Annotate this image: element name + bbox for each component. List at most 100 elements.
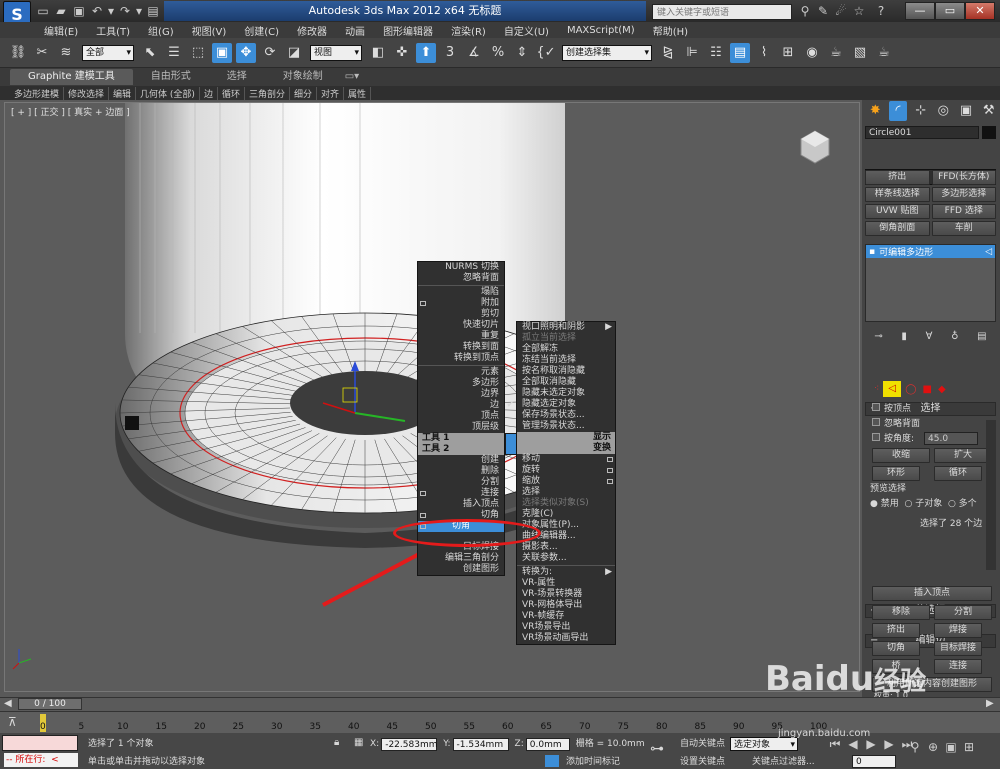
by-angle-checkbox[interactable]: 按角度: — [872, 432, 914, 446]
qm-rotate[interactable]: 旋转 — [517, 465, 615, 476]
qm-convert-to-face[interactable]: 转换到面 — [418, 342, 504, 353]
shrink-button[interactable]: 收缩 — [872, 448, 930, 463]
window-crossing-icon[interactable]: ▣ — [212, 42, 232, 63]
qm-quickslice[interactable]: 快速切片 — [418, 320, 504, 331]
mod-lathe-button[interactable]: 车削 — [931, 221, 996, 236]
radio-disabled[interactable]: ● 禁用 — [870, 496, 899, 509]
time-slider-thumb[interactable]: 0 / 100 — [18, 698, 82, 710]
mod-uvw-map-button[interactable]: UVW 贴图 — [865, 204, 930, 219]
qm-vr-scene-export[interactable]: VR场景导出 — [517, 622, 615, 633]
qm-hide-unselected[interactable]: 隐藏未选定对象 — [517, 388, 615, 399]
qm-unhide-all[interactable]: 全部取消隐藏 — [517, 377, 615, 388]
time-slider-track[interactable]: 0 / 100 ◀ ▶ — [0, 697, 1000, 711]
close-button[interactable]: ✕ — [965, 2, 995, 20]
menu-help[interactable]: 帮助(H) — [653, 23, 688, 38]
track-bar-icon[interactable]: ⊼ — [8, 715, 17, 729]
menu-tools[interactable]: 工具(T) — [96, 23, 130, 38]
qm-nurms-toggle[interactable]: NURMS 切换 — [418, 262, 504, 273]
menu-graph-editors[interactable]: 图形编辑器 — [383, 23, 433, 38]
settings-box-icon[interactable] — [607, 479, 613, 484]
qm-manage-scene-states[interactable]: 管理场景状态... — [517, 421, 615, 432]
select-and-scale-icon[interactable]: ◪ — [284, 43, 304, 63]
link-icon[interactable]: ⛓ — [8, 43, 28, 63]
qm-create-shape[interactable]: 创建图形 — [418, 564, 504, 575]
edit-named-selection-icon[interactable]: {✓ — [536, 43, 556, 63]
named-selection-set-select[interactable]: 创建选择集 — [562, 44, 652, 61]
menu-customize[interactable]: 自定义(U) — [504, 23, 549, 38]
qm-wire-parameters[interactable]: 关联参数... — [517, 553, 615, 564]
x-coordinate-field[interactable]: -22.583mm — [381, 737, 437, 751]
qm-remove[interactable]: 删除 — [418, 466, 504, 477]
percent-snap-icon[interactable]: % — [488, 43, 508, 63]
keyboard-shortcut-override-icon[interactable]: ⬆ — [416, 42, 436, 63]
save-icon[interactable]: ▣ — [70, 1, 88, 21]
mirror-icon[interactable]: ⧎ — [658, 43, 678, 63]
select-manipulate-icon[interactable]: ✜ — [392, 43, 412, 63]
qm-vr-scene-converter[interactable]: VR-场景转换器 — [517, 589, 615, 600]
qm-move[interactable]: 移动 — [517, 454, 615, 465]
new-file-icon[interactable]: ▭ — [34, 1, 52, 21]
panel-geometry-all[interactable]: 几何体 (全部) — [136, 86, 200, 100]
qm-polygon[interactable]: 多边形 — [418, 378, 504, 389]
tab-graphite-modeling[interactable]: Graphite 建模工具 — [10, 69, 133, 85]
qm-border[interactable]: 边界 — [418, 389, 504, 400]
favorites-star-icon[interactable]: ☆ — [850, 1, 868, 21]
rendered-frame-icon[interactable]: ▧ — [850, 43, 870, 63]
time-tag-icon[interactable] — [545, 755, 559, 767]
menu-group[interactable]: 组(G) — [148, 23, 174, 38]
angle-snap-icon[interactable]: ∡ — [464, 43, 484, 63]
set-key-button[interactable]: 设置关键点 — [680, 755, 725, 769]
create-tab-icon[interactable]: ✸ — [866, 101, 885, 121]
display-tab-icon[interactable]: ▣ — [957, 101, 976, 121]
current-frame-field[interactable]: 0 — [852, 755, 896, 768]
select-by-name-icon[interactable]: ☰ — [164, 43, 184, 63]
target-weld-button[interactable]: 目标焊接 — [934, 641, 982, 656]
y-coordinate-field[interactable]: -1.534mm — [452, 737, 509, 751]
menu-modifiers[interactable]: 修改器 — [297, 23, 327, 38]
element-level-icon[interactable]: ◆ — [938, 384, 946, 395]
menu-views[interactable]: 视图(V) — [192, 23, 227, 38]
redo-icon[interactable]: ↷ — [116, 1, 134, 21]
qm-split[interactable]: 分割 — [418, 477, 504, 488]
key-filter-select[interactable]: 选定对象 — [730, 737, 798, 752]
stack-item-editable-poly[interactable]: ▪ 可编辑多边形 ◁ — [866, 245, 995, 258]
weld-button[interactable]: 焊接 — [934, 623, 982, 638]
motion-tab-icon[interactable]: ◎ — [934, 101, 953, 121]
tab-freeform[interactable]: 自由形式 — [133, 69, 209, 85]
maxscript-listener[interactable] — [2, 735, 78, 751]
open-file-icon[interactable]: ▰ — [52, 1, 70, 21]
subscription-icon[interactable]: ✎ — [814, 1, 832, 21]
edge-level-icon[interactable]: ◁ — [883, 381, 902, 397]
graphite-toggle-icon[interactable]: ▤ — [730, 42, 750, 63]
remove-modifier-icon[interactable]: ♁ — [951, 331, 958, 342]
qm-scale[interactable]: 缩放 — [517, 476, 615, 487]
zoom-extents-icon[interactable]: ▣ — [942, 737, 960, 757]
chamfer-button[interactable]: 切角 — [872, 641, 920, 656]
qm-convert-to[interactable]: 转换为: ▶ — [517, 567, 615, 578]
show-end-result-icon[interactable]: ▮ — [901, 331, 907, 342]
key-filters-button[interactable]: 关键点过滤器... — [752, 755, 815, 769]
modify-tab-icon[interactable]: ◜ — [888, 101, 908, 121]
qm-element[interactable]: 元素 — [418, 367, 504, 378]
border-level-icon[interactable]: ◯ — [905, 384, 916, 395]
ribbon-options-icon[interactable]: ▭▾ — [341, 69, 363, 85]
qm-attach[interactable]: 附加 — [418, 298, 504, 309]
qm-edit-triangulation[interactable]: 编辑三角剖分 — [418, 553, 504, 564]
qm-unfreeze-all[interactable]: 全部解冻 — [517, 344, 615, 355]
select-and-rotate-icon[interactable]: ⟳ — [260, 43, 280, 63]
curve-editor-icon[interactable]: ⌇ — [754, 43, 774, 63]
hierarchy-tab-icon[interactable]: ⊹ — [911, 101, 930, 121]
qm-vr-frame-buffer[interactable]: VR-帧缓存 — [517, 611, 615, 622]
qm-edge[interactable]: 边 ✔ — [418, 400, 514, 411]
object-name-field[interactable]: Circle001 — [865, 126, 979, 139]
settings-box-icon[interactable] — [420, 491, 426, 496]
qm-collapse[interactable]: 塌陷 — [418, 287, 504, 298]
qm-insert-vertex[interactable]: 插入顶点 — [418, 499, 504, 510]
settings-box-icon[interactable] — [607, 457, 613, 462]
minimize-button[interactable]: — — [905, 2, 935, 20]
viewport-label[interactable]: [ + ] [ 正交 ] [ 真实 + 边面 ] — [11, 105, 130, 118]
menu-rendering[interactable]: 渲染(R) — [451, 23, 486, 38]
qm-repeat[interactable]: 重复 — [418, 331, 504, 342]
vertex-level-icon[interactable]: ⁖ — [874, 384, 879, 394]
configure-sets-icon[interactable]: ▤ — [977, 331, 986, 342]
